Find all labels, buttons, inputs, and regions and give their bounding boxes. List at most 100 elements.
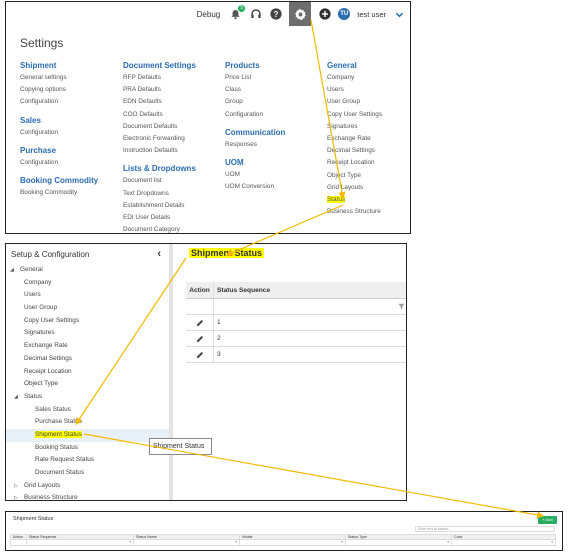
- menu-item-instruction-defaults[interactable]: Instruction Defaults: [123, 145, 223, 157]
- menu-item-copy-user-settings[interactable]: Copy User Settings: [327, 109, 410, 121]
- caret-expanded-icon[interactable]: ◢: [10, 264, 14, 277]
- search-input[interactable]: Enter text to search...: [415, 526, 555, 532]
- tree-item-exchange-rate[interactable]: Exchange Rate: [6, 340, 169, 353]
- column-header-status-type[interactable]: Status Type: [346, 535, 452, 539]
- menu-column: Shipment General settings Copying options C…: [20, 60, 120, 199]
- setup-configuration-panel: Setup & Configuration ‹ ◢ General Company U…: [5, 243, 407, 501]
- tree-item-shipment-status[interactable]: Shipment Status: [6, 428, 169, 442]
- caret-expanded-icon[interactable]: ◢: [14, 391, 18, 404]
- menu-heading-communication: Communication: [225, 127, 286, 137]
- column-header-visible[interactable]: Visible: [240, 535, 346, 539]
- menu-item-object-type[interactable]: Object Type: [327, 170, 410, 182]
- tree-item-booking-status[interactable]: Booking Status: [6, 442, 169, 455]
- caret-collapsed-icon[interactable]: ▷: [14, 492, 18, 500]
- menu-item-configuration[interactable]: Configuration: [20, 127, 120, 139]
- menu-item-business-structure[interactable]: Business Structure: [327, 206, 410, 218]
- tree-item-document-status[interactable]: Document Status: [6, 467, 169, 480]
- menu-item-users[interactable]: Users: [327, 84, 410, 96]
- filter-color[interactable]: [452, 540, 555, 545]
- menu-item-receipt-location[interactable]: Receipt Location: [327, 157, 410, 169]
- column-header-color[interactable]: Color: [452, 535, 555, 539]
- menu-item-establishment-details[interactable]: Establishment Details: [123, 200, 223, 212]
- menu-item-decimal-settings[interactable]: Decimal Settings: [327, 145, 410, 157]
- menu-item-rfp-defaults[interactable]: RFP Defaults: [123, 72, 223, 84]
- edit-icon[interactable]: [186, 331, 214, 346]
- caret-collapsed-icon[interactable]: ▷: [14, 480, 18, 493]
- filter-cell[interactable]: [214, 299, 406, 314]
- menu-item-booking-commodity[interactable]: Booking Commodity: [20, 187, 120, 199]
- settings-title: Settings: [20, 36, 64, 50]
- menu-item-general-settings[interactable]: General settings: [20, 72, 120, 84]
- status-sequence-cell: 1: [217, 319, 221, 326]
- sidebar-header: Setup & Configuration ‹: [6, 244, 169, 264]
- menu-item-group[interactable]: Group: [225, 96, 325, 108]
- add-button[interactable]: + Add: [538, 516, 557, 524]
- help-icon[interactable]: ?: [269, 8, 282, 21]
- tree-item-signatures[interactable]: Signatures: [6, 327, 169, 340]
- column-header-status-name[interactable]: Status Name: [134, 535, 240, 539]
- menu-item-document-category[interactable]: Document Category: [123, 224, 223, 233]
- bell-icon[interactable]: 5: [229, 4, 246, 21]
- tree-item-sales-status[interactable]: Sales Status: [6, 404, 169, 417]
- tree-item-decimal-settings[interactable]: Decimal Settings: [6, 353, 169, 366]
- menu-item-grid-layouts[interactable]: Grid Layouts: [327, 182, 410, 194]
- tree-item-label: Rate Request Status: [35, 456, 94, 464]
- settings-menu-panel: Debug 5 ? TU test user Settings Shipment…: [5, 1, 411, 234]
- avatar[interactable]: TU: [338, 8, 351, 20]
- sidebar-title: Setup & Configuration: [11, 249, 90, 259]
- debug-label[interactable]: Debug: [197, 10, 221, 19]
- menu-item-document-list[interactable]: Document list: [123, 175, 223, 187]
- menu-item-pra-defaults[interactable]: PRA Defaults: [123, 84, 223, 96]
- column-header-status-sequence[interactable]: Status Sequence: [27, 535, 134, 539]
- menu-heading-document-settings: Document Settings: [123, 61, 196, 70]
- filter-status-type[interactable]: [346, 540, 452, 545]
- tree-item-grid-layouts[interactable]: ▷ Grid Layouts: [6, 480, 169, 493]
- tree-item-rate-request-status[interactable]: Rate Request Status: [6, 454, 169, 467]
- collapse-sidebar-icon[interactable]: ‹: [157, 248, 161, 260]
- tree-item-users[interactable]: Users: [6, 289, 169, 302]
- menu-item-document-defaults[interactable]: Document Defaults: [123, 121, 223, 133]
- tree-item-company[interactable]: Company: [6, 277, 169, 290]
- menu-item-text-dropdowns[interactable]: Text Dropdowns: [123, 188, 223, 200]
- filter-status-sequence[interactable]: [27, 540, 134, 545]
- tree-item-object-type[interactable]: Object Type: [6, 378, 169, 391]
- column-header-action[interactable]: Action: [11, 535, 27, 539]
- chevron-down-icon[interactable]: [393, 8, 406, 21]
- headset-icon[interactable]: [249, 8, 262, 21]
- tree-item-receipt-location[interactable]: Receipt Location: [6, 366, 169, 379]
- column-header-action[interactable]: Action: [186, 282, 214, 298]
- tree-item-general[interactable]: ◢ General: [6, 264, 169, 277]
- column-header-status-sequence[interactable]: Status Sequence: [214, 282, 406, 298]
- menu-item-configuration[interactable]: Configuration: [20, 96, 120, 108]
- menu-item-electronic-forwarding[interactable]: Electronic Forwarding: [123, 133, 223, 145]
- menu-item-price-list[interactable]: Price List: [225, 72, 325, 84]
- menu-item-edn-defaults[interactable]: EDN Defaults: [123, 96, 223, 108]
- menu-item-copying-options[interactable]: Copying options: [20, 84, 120, 96]
- settings-gear-button[interactable]: [289, 2, 312, 26]
- menu-item-responses[interactable]: Responses: [225, 139, 325, 151]
- filter-visible[interactable]: [240, 540, 346, 545]
- add-circle-icon[interactable]: [318, 8, 331, 21]
- menu-item-signatures[interactable]: Signatures: [327, 121, 410, 133]
- tree-item-status[interactable]: ◢ Status: [6, 391, 169, 404]
- menu-item-exchange-rate[interactable]: Exchange Rate: [327, 133, 410, 145]
- menu-item-user-group[interactable]: User Group: [327, 96, 410, 108]
- tree-item-user-group[interactable]: User Group: [6, 302, 169, 315]
- tree-item-label: Grid Layouts: [24, 481, 61, 489]
- menu-item-company[interactable]: Company: [327, 72, 410, 84]
- menu-item-uom[interactable]: UOM: [225, 169, 325, 181]
- menu-item-coo-defaults[interactable]: COO Defaults: [123, 109, 223, 121]
- menu-item-class[interactable]: Class: [225, 84, 325, 96]
- menu-item-configuration[interactable]: Configuration: [225, 109, 325, 121]
- menu-item-edi-user-details[interactable]: EDI User Details: [123, 212, 223, 224]
- menu-item-configuration[interactable]: Configuration: [20, 157, 120, 169]
- menu-item-status[interactable]: Status: [327, 194, 410, 206]
- menu-item-uom-conversion[interactable]: UOM Conversion: [225, 181, 325, 193]
- tree-item-purchase-status[interactable]: Purchase Status: [6, 416, 169, 429]
- tree-item-business-structure[interactable]: ▷ Business Structure: [6, 492, 169, 500]
- edit-icon[interactable]: [186, 315, 214, 330]
- edit-icon[interactable]: [186, 347, 214, 362]
- user-name[interactable]: test user: [357, 10, 386, 19]
- filter-status-name[interactable]: [134, 540, 240, 545]
- tree-item-copy-user-settings[interactable]: Copy User Settings: [6, 315, 169, 328]
